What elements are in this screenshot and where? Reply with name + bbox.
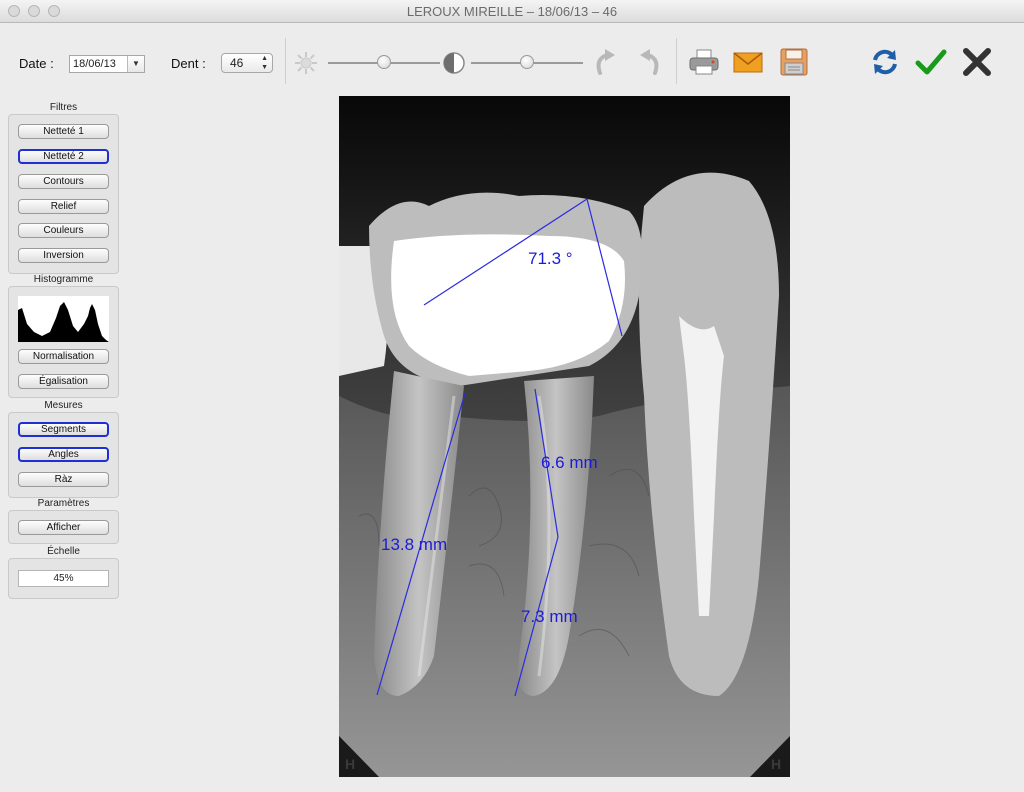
title-bar: LEROUX MIREILLE – 18/06/13 – 46 xyxy=(0,0,1024,23)
contrast-slider-knob[interactable] xyxy=(520,55,534,69)
measures-title: Mesures xyxy=(44,400,83,411)
rotate-right-icon[interactable] xyxy=(588,45,622,79)
filter-contours-button[interactable]: Contours xyxy=(18,174,109,189)
date-value: 18/06/13 xyxy=(73,58,116,70)
xray-image[interactable]: 71.3 ° 6.6 mm 13.8 mm 7.3 mm H H xyxy=(339,96,790,777)
filter-sharpness-2-button[interactable]: Netteté 2 xyxy=(18,149,109,164)
toolbar-separator xyxy=(285,38,286,84)
toolbar: Date : 18/06/13 ▼ Dent : 46 ▲ ▼ xyxy=(0,23,1024,93)
angles-button[interactable]: Angles xyxy=(18,447,109,462)
print-icon[interactable] xyxy=(687,45,721,79)
filters-title: Filtres xyxy=(49,102,78,113)
angle-measure-label: 71.3 ° xyxy=(528,249,573,268)
corner-mark-left: H xyxy=(345,756,356,772)
scale-field[interactable]: 45% xyxy=(18,570,109,587)
refresh-icon[interactable] xyxy=(868,45,902,79)
brightness-slider-knob[interactable] xyxy=(377,55,391,69)
cancel-icon[interactable] xyxy=(960,45,994,79)
equalization-button[interactable]: Égalisation xyxy=(18,374,109,389)
tooth-label: Dent : xyxy=(171,56,206,71)
tooth-stepper[interactable]: 46 ▲ ▼ xyxy=(221,53,273,73)
segments-button[interactable]: Segments xyxy=(18,422,109,437)
filter-colors-button[interactable]: Couleurs xyxy=(18,223,109,238)
stepper-arrows-icon[interactable]: ▲ ▼ xyxy=(261,54,268,72)
xray-drawing xyxy=(339,96,790,777)
chevron-down-icon[interactable]: ▼ xyxy=(127,56,144,72)
segment-measure-label-2: 13.8 mm xyxy=(381,535,448,554)
contrast-icon xyxy=(439,48,469,78)
email-icon[interactable] xyxy=(731,45,765,79)
histogram-graph xyxy=(18,296,109,342)
filter-relief-button[interactable]: Relief xyxy=(18,199,109,214)
filter-inversion-button[interactable]: Inversion xyxy=(18,248,109,263)
validate-icon[interactable] xyxy=(914,45,948,79)
settings-title: Paramètres xyxy=(37,498,90,509)
window-title: LEROUX MIREILLE – 18/06/13 – 46 xyxy=(406,4,618,19)
tooth-value: 46 xyxy=(230,56,244,70)
histogram-title: Histogramme xyxy=(33,274,94,285)
rotate-left-icon[interactable] xyxy=(633,45,667,79)
save-icon[interactable] xyxy=(777,45,811,79)
reset-measures-button[interactable]: Ràz xyxy=(18,472,109,487)
date-combo[interactable]: 18/06/13 ▼ xyxy=(69,55,145,73)
date-label: Date : xyxy=(19,56,54,71)
corner-mark-right: H xyxy=(771,756,782,772)
toolbar-separator xyxy=(676,38,677,84)
display-settings-button[interactable]: Afficher xyxy=(18,520,109,535)
normalization-button[interactable]: Normalisation xyxy=(18,349,109,364)
scale-title: Échelle xyxy=(47,546,80,557)
brightness-icon xyxy=(291,48,321,78)
filter-sharpness-1-button[interactable]: Netteté 1 xyxy=(18,124,109,139)
segment-measure-label-3: 7.3 mm xyxy=(521,607,578,626)
segment-measure-label-1: 6.6 mm xyxy=(541,453,598,472)
